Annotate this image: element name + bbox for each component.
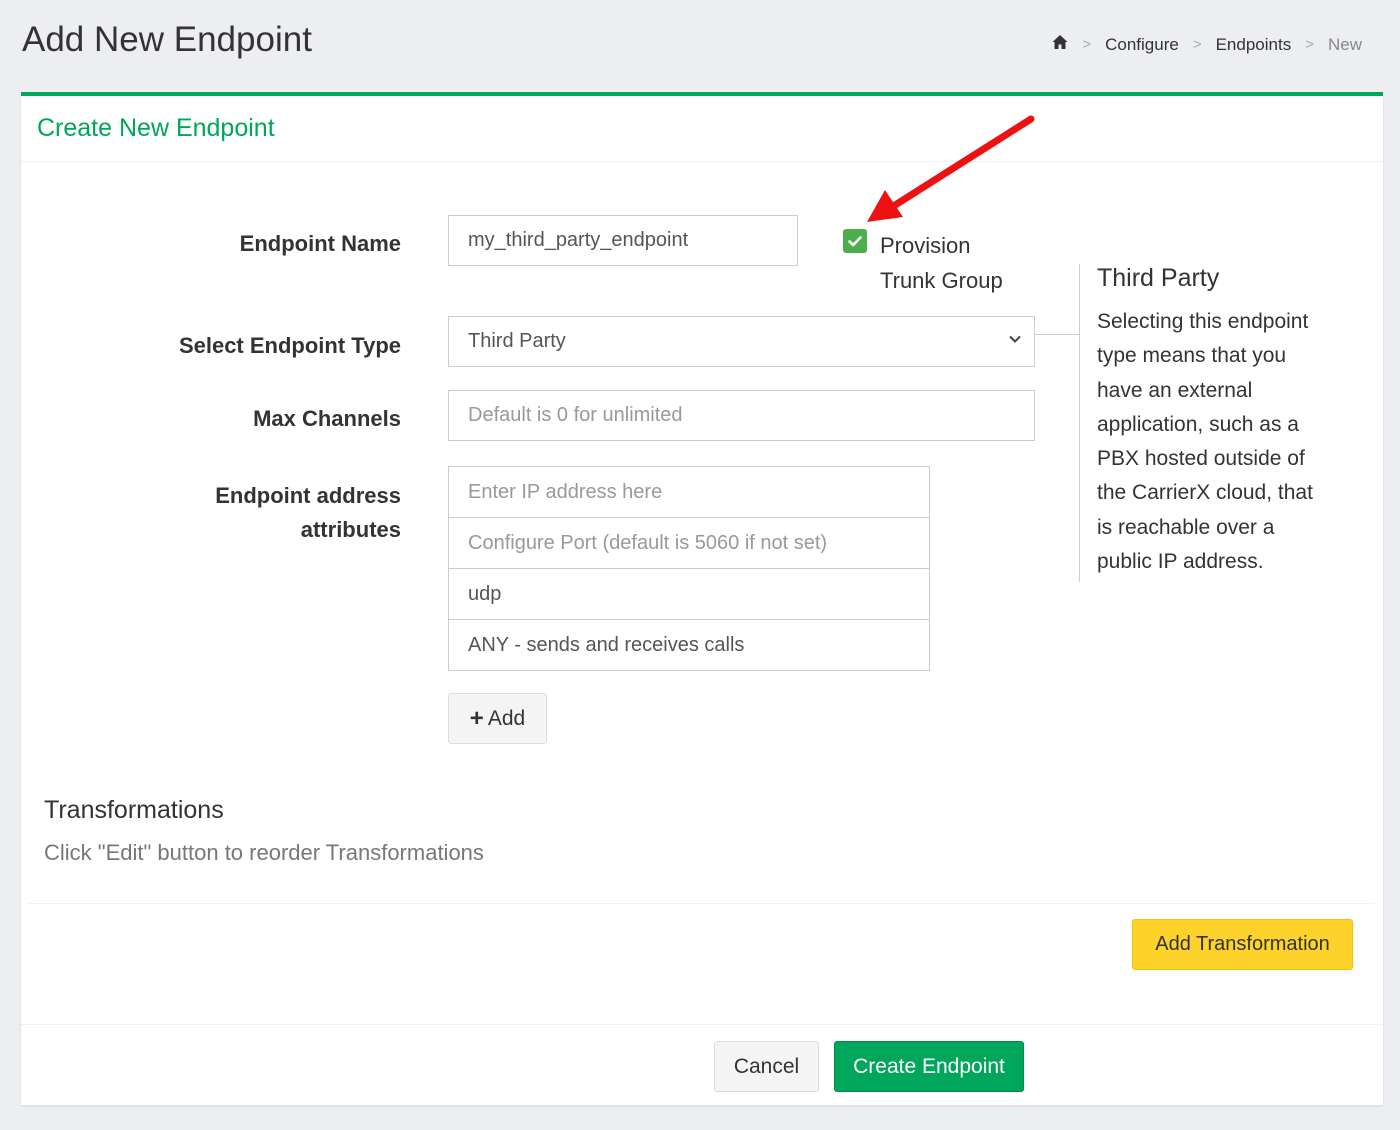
breadcrumb: > Configure > Endpoints > New [1052,34,1362,55]
help-connector-line [1035,334,1079,335]
transport-select[interactable]: udp [449,569,929,620]
endpoint-type-select[interactable]: Third Party [448,316,1035,367]
plus-icon: + [469,704,484,732]
divider [29,903,1375,904]
help-title: Third Party [1097,264,1220,292]
footer-divider [21,1024,1383,1025]
page-title: Add New Endpoint [22,20,312,59]
endpoint-name-label: Endpoint Name [239,231,401,256]
address-attributes-group: Enter IP address here Configure Port (de… [448,466,930,671]
add-address-label: Add [487,706,526,730]
endpoint-type-label: Select Endpoint Type [178,333,401,358]
breadcrumb-separator: > [1082,36,1092,53]
endpoint-name-input[interactable]: my_third_party_endpoint [448,215,798,266]
direction-select[interactable]: ANY - sends and receives calls [449,620,929,670]
transformations-subtitle: Click "Edit" button to reorder Transform… [44,840,484,865]
breadcrumb-current: New [1327,34,1362,54]
add-transformation-button[interactable]: Add Transformation [1132,919,1353,970]
breadcrumb-endpoints[interactable]: Endpoints [1216,35,1292,55]
address-attributes-label: Endpoint address attributes [215,483,401,542]
card-header: Create New Endpoint [21,96,1383,162]
max-channels-label: Max Channels [253,406,401,431]
provision-trunk-group-label[interactable]: Provision Trunk Group [880,228,1003,298]
breadcrumb-separator: > [1305,36,1314,53]
max-channels-input[interactable]: Default is 0 for unlimited [448,390,1035,441]
create-endpoint-card: Create New Endpoint Endpoint Name my_thi… [21,92,1383,1105]
endpoint-type-value: Third Party [468,330,566,352]
add-address-button[interactable]: + Add [448,693,547,744]
cancel-button[interactable]: Cancel [714,1041,819,1092]
transformations-title: Transformations [44,796,224,824]
help-text: Selecting this endpoint type means that … [1097,310,1313,574]
help-panel: Third Party Selecting this endpoint type… [1079,264,1369,582]
ip-address-input[interactable]: Enter IP address here [449,467,929,518]
breadcrumb-separator: > [1192,36,1202,53]
home-icon[interactable] [1052,34,1068,55]
card-title: Create New Endpoint [37,114,275,142]
create-endpoint-button[interactable]: Create Endpoint [834,1041,1024,1092]
breadcrumb-configure[interactable]: Configure [1105,35,1179,55]
provision-trunk-group-checkbox[interactable] [843,229,867,253]
port-input[interactable]: Configure Port (default is 5060 if not s… [449,518,929,569]
check-icon [848,236,862,247]
chevron-down-icon [1009,335,1021,343]
